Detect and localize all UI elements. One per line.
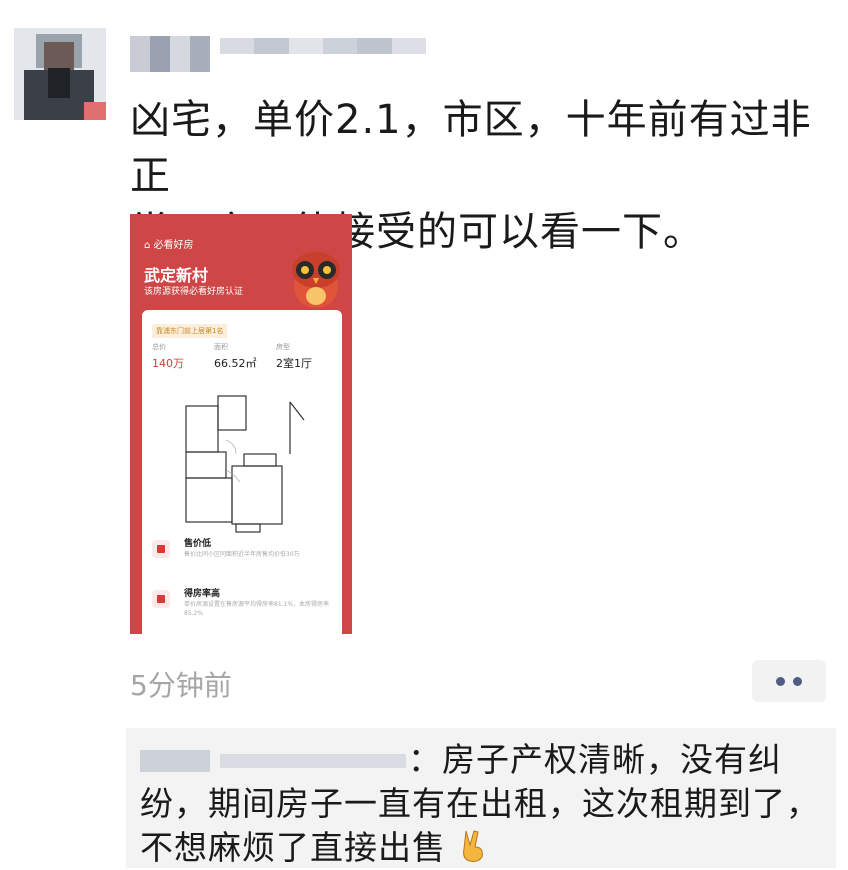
post-timestamp: 5分钟前 (130, 669, 232, 702)
comment-item[interactable]: ：房子产权清晰，没有纠纷，期间房子一直有在出租，这次租期到了，不想麻烦了直接出售 (140, 738, 820, 870)
post-text-line1: 凶宅，单价2.1，市区，十年前有过非正 (130, 97, 812, 199)
price-tag-icon (152, 540, 170, 558)
more-actions-button[interactable] (752, 660, 826, 702)
card-title: 武定新村 (144, 266, 209, 285)
comment-area: ：房子产权清晰，没有纠纷，期间房子一直有在出租，这次租期到了，不想麻烦了直接出售 (126, 728, 836, 868)
owl-mascot-icon (292, 252, 340, 308)
listing-details-panel: 靠浦东门前上居第1名 总价 140万 面积 66.52㎡ 房型 2室1厅 售价低… (142, 310, 342, 634)
stat-area: 面积 66.52㎡ (214, 343, 257, 370)
card-subtitle: 该房源获得必看好房认证 (144, 287, 244, 297)
dot-icon (793, 676, 802, 686)
stat-layout: 房型 2室1厅 (276, 343, 312, 370)
dot-icon (776, 676, 785, 686)
card-brand: ⌂ 必看好房 (144, 240, 194, 251)
username-suffix-blurred (220, 38, 426, 54)
comment-author-blurred[interactable] (140, 744, 408, 774)
floor-plan (185, 395, 305, 533)
stat-total-price: 总价 140万 (152, 343, 184, 370)
ranking-tag: 靠浦东门前上居第1名 (152, 324, 228, 338)
username-blurred[interactable] (130, 36, 210, 72)
house-icon: ⌂ (144, 240, 151, 251)
shared-listing-image[interactable]: ⌂ 必看好房 武定新村 该房源获得必看好房认证 靠浦东门前上居第1名 总价 14… (130, 214, 352, 634)
percent-icon (152, 590, 170, 608)
avatar[interactable] (14, 28, 106, 120)
